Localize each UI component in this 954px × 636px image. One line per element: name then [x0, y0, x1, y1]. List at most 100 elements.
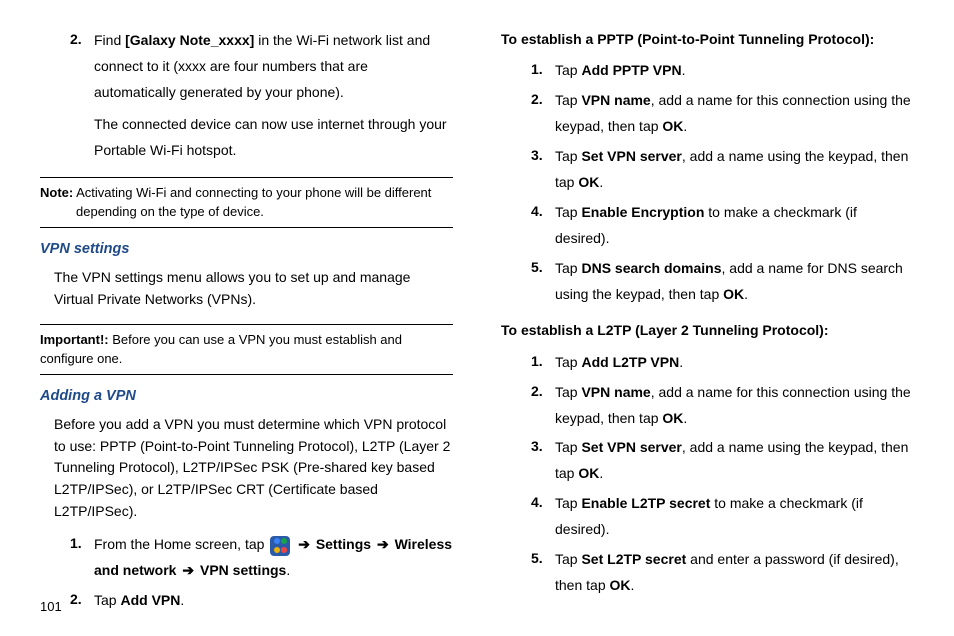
list-number: 3. [531, 144, 555, 196]
bold-text: OK [578, 465, 599, 481]
list-number: 1. [531, 58, 555, 84]
list-text: Tap Enable Encryption to make a checkmar… [555, 200, 914, 252]
list-number: 3. [531, 435, 555, 487]
note-block: Note: Activating Wi-Fi and connecting to… [40, 177, 453, 227]
list-text: Tap Set L2TP secret and enter a password… [555, 547, 914, 599]
list-text: Tap Enable L2TP secret to make a checkma… [555, 491, 914, 543]
important-text: Important!: Before you can use a VPN you… [40, 331, 453, 367]
text: Tap [555, 62, 581, 78]
list-number: 5. [531, 256, 555, 308]
important-block: Important!: Before you can use a VPN you… [40, 324, 453, 374]
text: Find [94, 32, 125, 48]
text: Tap [555, 148, 581, 164]
list-number: 4. [531, 200, 555, 252]
list-text: Tap Add L2TP VPN. [555, 350, 914, 376]
list-number: 5. [531, 547, 555, 599]
text: Tap [555, 551, 581, 567]
text: Tap [94, 592, 120, 608]
list-text: Tap Add PPTP VPN. [555, 58, 914, 84]
text: . [683, 118, 687, 134]
list-item: 1. Tap Add L2TP VPN. [501, 350, 914, 376]
list-text: Find [Galaxy Note_xxxx] in the Wi-Fi net… [94, 28, 453, 106]
bold-text: Enable Encryption [581, 204, 704, 220]
bold-text: Add PPTP VPN [581, 62, 681, 78]
list-text: Tap Add VPN. [94, 588, 453, 614]
list-number: 1. [70, 532, 94, 584]
bold-text: Set VPN server [581, 439, 681, 455]
bold-text: OK [662, 118, 683, 134]
bold-text: Add L2TP VPN [581, 354, 679, 370]
text: . [599, 465, 603, 481]
list-item: 1. From the Home screen, tap ➔ Settings … [40, 532, 453, 584]
bold-text: OK [578, 174, 599, 190]
list-number: 2. [531, 380, 555, 432]
text: Tap [555, 384, 581, 400]
list-number: 4. [531, 491, 555, 543]
text: Tap [555, 354, 581, 370]
important-label: Important!: [40, 332, 109, 347]
arrow-icon: ➔ [375, 536, 391, 552]
arrow-icon: ➔ [296, 536, 312, 552]
text: Activating Wi-Fi and connecting to your … [73, 185, 431, 218]
bold-text: VPN name [581, 384, 650, 400]
text: . [682, 62, 686, 78]
text: . [679, 354, 683, 370]
list-number: 1. [531, 350, 555, 376]
procedure-heading: To establish a L2TP (Layer 2 Tunneling P… [501, 319, 914, 341]
bold-text: VPN name [581, 92, 650, 108]
text: . [631, 577, 635, 593]
list-text: Tap VPN name, add a name for this connec… [555, 380, 914, 432]
list-text: Tap VPN name, add a name for this connec… [555, 88, 914, 140]
text: From the Home screen, tap [94, 536, 268, 552]
list-text: Tap DNS search domains, add a name for D… [555, 256, 914, 308]
bold-text: Enable L2TP secret [581, 495, 710, 511]
bold-text: OK [610, 577, 631, 593]
bold-text: Set VPN server [581, 148, 681, 164]
list-text: From the Home screen, tap ➔ Settings ➔ W… [94, 532, 453, 584]
bold-text: OK [662, 410, 683, 426]
text: Tap [555, 204, 581, 220]
list-item: 2. Tap VPN name, add a name for this con… [501, 380, 914, 432]
subheading-vpn-settings: VPN settings [40, 238, 453, 261]
list-item: 5. Tap Set L2TP secret and enter a passw… [501, 547, 914, 599]
list-item: 5. Tap DNS search domains, add a name fo… [501, 256, 914, 308]
text: The connected device can now use interne… [94, 116, 447, 158]
bold-text: [Galaxy Note_xxxx] [125, 32, 254, 48]
list-item: 2. Find [Galaxy Note_xxxx] in the Wi-Fi … [40, 28, 453, 106]
bold-text: Set L2TP secret [581, 551, 686, 567]
right-column: To establish a PPTP (Point-to-Point Tunn… [501, 28, 914, 616]
list-text: Tap Set VPN server, add a name using the… [555, 435, 914, 487]
note-label: Note: [40, 185, 73, 200]
list-item: 3. Tap Set VPN server, add a name using … [501, 144, 914, 196]
left-column: 2. Find [Galaxy Note_xxxx] in the Wi-Fi … [40, 28, 453, 616]
apps-grid-icon [270, 536, 290, 556]
bold-text: DNS search domains [581, 260, 721, 276]
text: Tap [555, 260, 581, 276]
text: Tap [555, 92, 581, 108]
text: Tap [555, 495, 581, 511]
body-text: The VPN settings menu allows you to set … [40, 267, 453, 310]
bold-text: Settings [316, 536, 371, 552]
list-item: 4. Tap Enable Encryption to make a check… [501, 200, 914, 252]
text: . [599, 174, 603, 190]
list-item: 4. Tap Enable L2TP secret to make a chec… [501, 491, 914, 543]
list-number: 2. [70, 28, 94, 106]
bold-text: VPN settings [200, 562, 286, 578]
list-continue: The connected device can now use interne… [40, 112, 453, 164]
list-item: 3. Tap Set VPN server, add a name using … [501, 435, 914, 487]
list-item: 2. Tap VPN name, add a name for this con… [501, 88, 914, 140]
subheading-adding-vpn: Adding a VPN [40, 385, 453, 408]
text: . [744, 286, 748, 302]
bold-text: Add VPN [120, 592, 180, 608]
list-item: 2. Tap Add VPN. [40, 588, 453, 614]
arrow-icon: ➔ [180, 562, 196, 578]
body-text: Before you add a VPN you must determine … [40, 414, 453, 522]
list-number: 2. [531, 88, 555, 140]
procedure-heading: To establish a PPTP (Point-to-Point Tunn… [501, 28, 914, 50]
text: . [683, 410, 687, 426]
bold-text: OK [723, 286, 744, 302]
list-number: 2. [70, 588, 94, 614]
text: Tap [555, 439, 581, 455]
list-item: 1. Tap Add PPTP VPN. [501, 58, 914, 84]
list-text: Tap Set VPN server, add a name using the… [555, 144, 914, 196]
